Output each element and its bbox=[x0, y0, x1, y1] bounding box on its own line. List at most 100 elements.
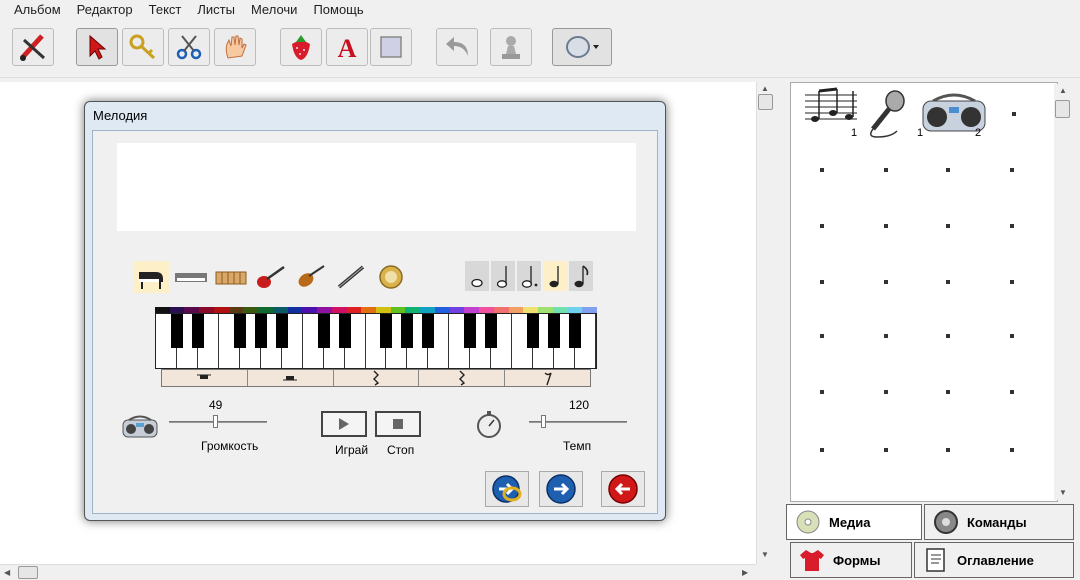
stop-button[interactable] bbox=[375, 411, 421, 437]
media-slot[interactable] bbox=[820, 280, 824, 284]
scroll-right-icon[interactable]: ▶ bbox=[742, 568, 748, 578]
tempo-slider-thumb[interactable] bbox=[541, 415, 546, 428]
scroll-up-icon[interactable]: ▲ bbox=[761, 84, 769, 94]
menu-sheets[interactable]: Листы bbox=[189, 0, 243, 20]
menu-album[interactable]: Альбом bbox=[6, 0, 69, 20]
media-slot[interactable] bbox=[946, 390, 950, 394]
black-key[interactable] bbox=[527, 314, 540, 348]
black-key[interactable] bbox=[485, 314, 498, 348]
instrument-xylophone[interactable] bbox=[213, 261, 249, 293]
scroll-down-icon[interactable]: ▼ bbox=[761, 550, 769, 560]
piano-keys[interactable] bbox=[155, 313, 597, 369]
select-tool-button[interactable] bbox=[76, 28, 118, 66]
brush-button[interactable] bbox=[12, 28, 54, 66]
black-key[interactable] bbox=[548, 314, 561, 348]
black-key[interactable] bbox=[422, 314, 435, 348]
media-slot[interactable] bbox=[884, 168, 888, 172]
scroll-left-icon[interactable]: ◀ bbox=[4, 568, 10, 578]
black-key[interactable] bbox=[380, 314, 393, 348]
media-slot[interactable] bbox=[884, 390, 888, 394]
melody-text-area[interactable] bbox=[117, 143, 636, 231]
media-slot[interactable] bbox=[820, 168, 824, 172]
panel-scroll-thumb[interactable] bbox=[1055, 100, 1070, 118]
media-slot[interactable] bbox=[884, 280, 888, 284]
media-slot[interactable] bbox=[820, 334, 824, 338]
media-slot[interactable] bbox=[1010, 168, 1014, 172]
media-slot[interactable] bbox=[1010, 280, 1014, 284]
canvas-horizontal-scrollbar[interactable]: ◀ ▶ bbox=[0, 564, 756, 580]
volume-slider-thumb[interactable] bbox=[213, 415, 218, 428]
duration-eighth[interactable] bbox=[569, 261, 593, 291]
strawberry-button[interactable] bbox=[280, 28, 322, 66]
media-slot[interactable] bbox=[1012, 112, 1016, 116]
media-slot[interactable] bbox=[1010, 224, 1014, 228]
menu-help[interactable]: Помощь bbox=[305, 0, 371, 20]
black-key[interactable] bbox=[401, 314, 414, 348]
tab-commands[interactable]: Команды bbox=[924, 504, 1074, 540]
instrument-flute[interactable] bbox=[333, 261, 369, 293]
scissors-button[interactable] bbox=[168, 28, 210, 66]
duration-whole[interactable] bbox=[465, 261, 489, 291]
black-key[interactable] bbox=[464, 314, 477, 348]
media-slot[interactable] bbox=[884, 448, 888, 452]
hand-tool-button[interactable] bbox=[214, 28, 256, 66]
stamp-button[interactable] bbox=[490, 28, 532, 66]
menu-trifles[interactable]: Мелочи bbox=[243, 0, 305, 20]
rest-half bbox=[247, 370, 334, 386]
instrument-electric-guitar[interactable] bbox=[253, 261, 289, 293]
black-key[interactable] bbox=[569, 314, 582, 348]
key-tool-button[interactable] bbox=[122, 28, 164, 66]
black-key[interactable] bbox=[191, 314, 204, 348]
forward-ring-icon bbox=[492, 475, 522, 503]
cancel-button[interactable] bbox=[601, 471, 645, 507]
media-slot[interactable] bbox=[884, 334, 888, 338]
volume-slider-track[interactable] bbox=[169, 421, 267, 423]
duration-quarter[interactable] bbox=[543, 261, 567, 291]
media-slot[interactable] bbox=[884, 224, 888, 228]
media-slot[interactable] bbox=[1010, 448, 1014, 452]
instrument-violin[interactable] bbox=[293, 261, 329, 293]
black-key[interactable] bbox=[338, 314, 351, 348]
black-key[interactable] bbox=[275, 314, 288, 348]
duration-dotted-half[interactable] bbox=[517, 261, 541, 291]
insert-button[interactable] bbox=[485, 471, 529, 507]
rectangle-button[interactable] bbox=[370, 28, 412, 66]
shape-dropdown[interactable] bbox=[552, 28, 612, 66]
menu-text[interactable]: Текст bbox=[141, 0, 190, 20]
media-slot[interactable] bbox=[946, 224, 950, 228]
media-slot[interactable] bbox=[820, 390, 824, 394]
media-slot[interactable] bbox=[1010, 334, 1014, 338]
media-slot[interactable] bbox=[946, 334, 950, 338]
tab-contents[interactable]: Оглавление bbox=[914, 542, 1074, 578]
media-slot[interactable] bbox=[946, 168, 950, 172]
undo-button[interactable] bbox=[436, 28, 478, 66]
instrument-banjo[interactable] bbox=[373, 261, 409, 293]
tab-forms[interactable]: Формы bbox=[790, 542, 912, 578]
duration-half[interactable] bbox=[491, 261, 515, 291]
media-panel-scrollbar[interactable]: ▲ ▼ bbox=[1054, 84, 1072, 500]
microphone-icon[interactable] bbox=[861, 87, 911, 139]
scroll-thumb[interactable] bbox=[758, 94, 773, 110]
media-slot[interactable] bbox=[946, 448, 950, 452]
black-key[interactable] bbox=[254, 314, 267, 348]
hscroll-thumb[interactable] bbox=[18, 566, 38, 579]
panel-scroll-down-icon[interactable]: ▼ bbox=[1059, 488, 1067, 498]
play-button[interactable] bbox=[321, 411, 367, 437]
media-slot[interactable] bbox=[1010, 390, 1014, 394]
menu-editor[interactable]: Редактор bbox=[69, 0, 141, 20]
next-button[interactable] bbox=[539, 471, 583, 507]
panel-scroll-up-icon[interactable]: ▲ bbox=[1059, 86, 1067, 96]
sheet-music-icon[interactable] bbox=[803, 87, 859, 127]
black-key[interactable] bbox=[317, 314, 330, 348]
text-tool-button[interactable]: A bbox=[326, 28, 368, 66]
media-slot[interactable] bbox=[946, 280, 950, 284]
canvas-vertical-scrollbar[interactable]: ▲ ▼ bbox=[756, 82, 774, 564]
media-slot[interactable] bbox=[820, 448, 824, 452]
black-key[interactable] bbox=[233, 314, 246, 348]
media-slot[interactable] bbox=[820, 224, 824, 228]
instrument-synth[interactable] bbox=[173, 261, 209, 293]
piano-keyboard[interactable] bbox=[155, 307, 598, 391]
instrument-piano[interactable] bbox=[133, 261, 169, 293]
tab-media[interactable]: Медиа bbox=[786, 504, 922, 540]
black-key[interactable] bbox=[170, 314, 183, 348]
